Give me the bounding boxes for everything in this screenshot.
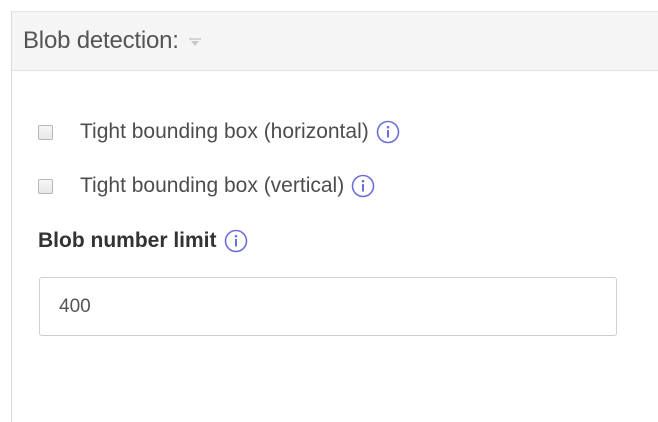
info-icon[interactable] — [376, 120, 400, 144]
tight-horizontal-label: Tight bounding box (horizontal) — [80, 120, 369, 143]
tight-vertical-label: Tight bounding box (vertical) — [80, 174, 345, 197]
option-tight-horizontal[interactable]: Tight bounding box (horizontal) — [38, 120, 400, 144]
caret-down-icon[interactable] — [188, 37, 202, 47]
blob-detection-panel: Blob detection: — [11, 11, 658, 422]
info-icon[interactable] — [351, 174, 375, 198]
tight-horizontal-checkbox[interactable] — [38, 124, 53, 140]
info-icon[interactable] — [224, 229, 248, 253]
panel-title: Blob detection: — [23, 27, 179, 54]
panel-header[interactable]: Blob detection: — [12, 12, 658, 71]
option-tight-vertical[interactable]: Tight bounding box (vertical) — [38, 174, 375, 198]
blob-limit-label: Blob number limit — [38, 229, 217, 252]
blob-number-limit-input[interactable] — [39, 277, 617, 336]
tight-vertical-checkbox[interactable] — [38, 178, 53, 194]
blob-limit-label-row: Blob number limit — [38, 229, 248, 253]
